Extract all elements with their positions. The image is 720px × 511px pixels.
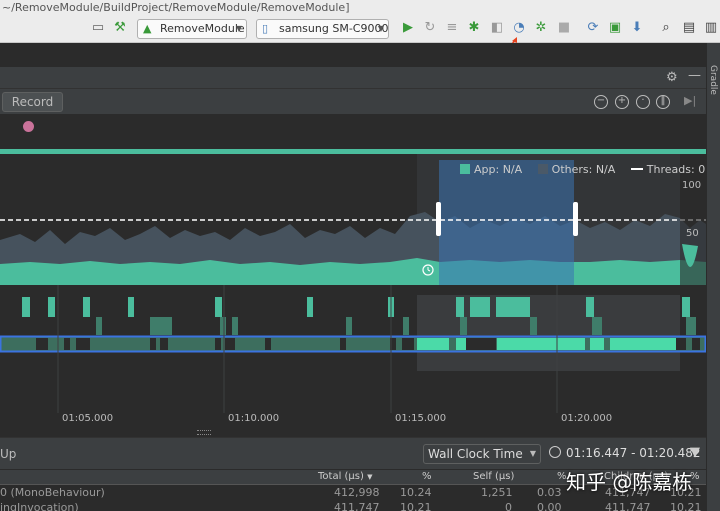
editor-strip	[0, 43, 706, 67]
android-icon: ▲	[143, 22, 152, 35]
total-pct-value: 10.24	[400, 486, 432, 499]
debug-icon[interactable]: ✱	[466, 20, 482, 36]
app-legend-swatch	[460, 164, 470, 174]
time-tick: 01:20.000	[561, 413, 613, 424]
build-hammer-icon[interactable]: ⚒	[112, 20, 128, 36]
profiler-header: ⚙ —	[0, 67, 706, 89]
zoom-out-icon[interactable]: −	[594, 95, 608, 109]
app-legend-label: App: N/A	[474, 163, 523, 176]
method-name: ingInvocation)	[0, 501, 79, 511]
column-total-pct[interactable]: %	[422, 471, 432, 482]
main-toolbar: ▭ ⚒ ▲ RemoveModule ▼ ▯ samsung SM-C9000 …	[0, 15, 720, 54]
bottom-up-tab[interactable]: Up	[0, 447, 16, 461]
window-title: ~/RemoveModule/BuildProject/RemoveModule…	[0, 0, 720, 15]
others-legend-label: Others: N/A	[551, 163, 616, 176]
y-axis-50: 50	[686, 228, 699, 239]
self-value: 0	[505, 501, 512, 511]
attach-debugger-icon[interactable]: ◧	[489, 20, 505, 36]
apply-changes-icon[interactable]: ↻	[422, 20, 438, 36]
sdk-manager-icon[interactable]: ⬇	[629, 20, 645, 36]
time-tick: 01:05.000	[62, 413, 114, 424]
event-timeline	[0, 115, 706, 149]
others-legend-swatch	[537, 164, 548, 174]
threads-legend-swatch	[630, 168, 643, 170]
zoom-to-selection-icon[interactable]: ‖	[656, 95, 670, 109]
children-pct-value: 10.21	[670, 501, 702, 511]
project-structure-icon[interactable]: ▤	[681, 20, 697, 36]
run-icon[interactable]: ▶	[400, 20, 416, 36]
total-value: 411,747	[334, 501, 380, 511]
sync-project-icon[interactable]: ⟳	[585, 20, 601, 36]
clock-type-label: Wall Clock Time	[428, 447, 523, 461]
go-live-icon[interactable]: ▶|	[684, 94, 696, 107]
terminal-icon[interactable]: ▭	[90, 20, 106, 36]
method-name: 0 (MonoBehaviour)	[0, 486, 105, 499]
device-select-label: samsung SM-C9000	[279, 22, 389, 35]
right-tool-bar: Gradle	[706, 43, 720, 511]
gradle-tool-tab[interactable]: Gradle	[708, 65, 718, 95]
column-total-label: Total (µs)	[318, 471, 364, 482]
total-pct-value: 10.21	[400, 501, 432, 511]
coverage-icon[interactable]: ✲	[533, 20, 549, 36]
self-pct-value: 0.00	[537, 501, 562, 511]
device-select[interactable]: ▯ samsung SM-C9000 ▼	[256, 19, 389, 39]
column-total[interactable]: Total (µs) ▼	[318, 471, 373, 482]
module-select-label: RemoveModule	[160, 22, 245, 35]
layout-icon[interactable]: ▥	[703, 20, 719, 36]
table-row[interactable]: ingInvocation) 411,747 10.21 0 0.00 411,…	[0, 501, 706, 511]
selection-handle-right[interactable]	[573, 202, 578, 236]
watermark: 知乎 @陈嘉栋	[566, 470, 693, 494]
module-select[interactable]: ▲ RemoveModule ▼	[137, 19, 247, 39]
selection-handle-left[interactable]	[436, 202, 441, 236]
column-self[interactable]: Self (µs)	[473, 471, 514, 482]
chevron-down-icon: ▼	[529, 449, 536, 458]
selection-range[interactable]	[439, 160, 574, 285]
clock-type-select[interactable]: Wall Clock Time ▼	[423, 444, 541, 464]
zoom-in-icon[interactable]: +	[615, 95, 629, 109]
call-chart-header: Up Wall Clock Time ▼ 01:16.447 - 01:20.4…	[0, 437, 706, 469]
cpu-legend: App: N/A Others: N/A Threads: 0	[460, 163, 705, 176]
avd-manager-icon[interactable]: ▣	[607, 20, 623, 36]
apply-code-changes-icon[interactable]: ≡	[444, 20, 460, 36]
stop-icon[interactable]: ■	[556, 20, 572, 36]
filter-icon[interactable]: ▼	[690, 445, 700, 460]
y-axis-100: 100	[682, 180, 702, 191]
threads-legend-label: Threads: 0	[646, 163, 706, 176]
gear-icon[interactable]: ⚙	[666, 70, 678, 85]
record-button[interactable]: Record	[2, 92, 63, 112]
total-value: 412,998	[334, 486, 380, 499]
minimize-icon[interactable]: —	[688, 68, 701, 83]
clock-icon	[549, 446, 561, 458]
self-value: 1,251	[481, 486, 513, 499]
chevron-down-icon: ▼	[235, 24, 242, 33]
time-tick: 01:10.000	[228, 413, 280, 424]
splitter-handle[interactable]	[197, 430, 211, 435]
time-axis: 01:05.000 01:10.000 01:15.000 01:20.000	[0, 285, 706, 435]
reset-zoom-icon[interactable]: ·	[636, 95, 650, 109]
cpu-usage-chart[interactable]: App: N/A Others: N/A Threads: 0 100 50	[0, 154, 706, 285]
selection-range-text: 01:16.447 - 01:20.482	[566, 446, 701, 460]
profiler-controls: Record − + · ‖ ▶|	[0, 89, 706, 115]
time-tick: 01:15.000	[395, 413, 447, 424]
profile-icon[interactable]: ◔	[511, 20, 527, 36]
search-icon[interactable]: ⌕	[658, 20, 674, 36]
self-pct-value: 0.03	[537, 486, 562, 499]
event-marker[interactable]	[23, 121, 34, 132]
sort-desc-icon: ▼	[367, 473, 373, 481]
phone-icon: ▯	[262, 22, 269, 35]
children-value: 411,747	[605, 501, 651, 511]
chevron-down-icon: ▼	[377, 24, 384, 33]
